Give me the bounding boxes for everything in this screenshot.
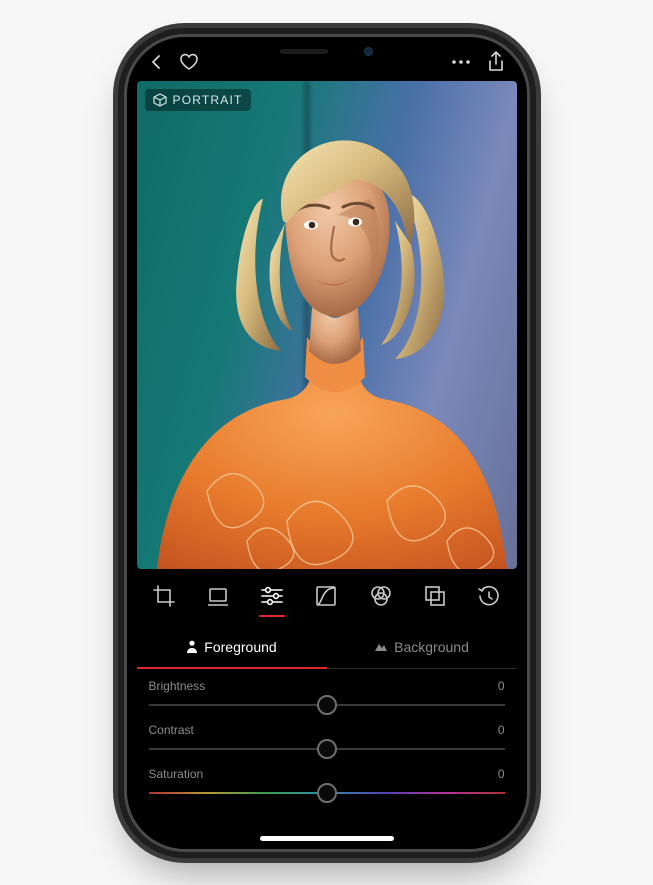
speaker-grille	[280, 49, 328, 54]
overlay-tool[interactable]	[422, 583, 448, 609]
background-tab-label: Background	[394, 639, 469, 655]
back-button[interactable]	[149, 54, 163, 70]
photo-preview[interactable]: PORTRAIT	[137, 81, 517, 569]
notch	[232, 37, 422, 67]
subject-illustration	[137, 81, 517, 569]
curves-tool[interactable]	[313, 583, 339, 609]
layer-tabs: Foreground Background	[137, 625, 517, 669]
contrast-label: Contrast	[149, 723, 194, 737]
contrast-slider[interactable]: Contrast 0	[149, 723, 505, 761]
adjust-tool[interactable]	[259, 583, 285, 609]
contrast-track[interactable]	[149, 737, 505, 761]
saturation-thumb[interactable]	[317, 783, 337, 803]
color-tool[interactable]	[368, 583, 394, 609]
saturation-slider[interactable]: Saturation 0	[149, 767, 505, 805]
front-camera	[364, 47, 373, 56]
saturation-value: 0	[498, 767, 505, 781]
saturation-label: Saturation	[149, 767, 204, 781]
phone-frame: PORTRAIT	[127, 37, 527, 849]
screen: PORTRAIT	[127, 37, 527, 849]
contrast-value: 0	[498, 723, 505, 737]
adjust-sliders: Brightness 0 Contrast 0 Saturation 0	[127, 669, 527, 805]
tool-row	[127, 575, 527, 617]
share-button[interactable]	[487, 51, 505, 73]
more-button[interactable]	[451, 59, 471, 65]
favorite-button[interactable]	[179, 53, 199, 71]
brightness-thumb[interactable]	[317, 695, 337, 715]
person-icon	[186, 640, 198, 653]
brightness-slider[interactable]: Brightness 0	[149, 679, 505, 717]
mountain-icon	[374, 641, 388, 652]
background-tab[interactable]: Background	[327, 625, 517, 669]
crop-tool[interactable]	[151, 583, 177, 609]
mode-badge-label: PORTRAIT	[173, 93, 243, 107]
cube-icon	[153, 93, 167, 107]
brightness-track[interactable]	[149, 693, 505, 717]
presets-tool[interactable]	[205, 583, 231, 609]
history-tool[interactable]	[476, 583, 502, 609]
saturation-track[interactable]	[149, 781, 505, 805]
brightness-value: 0	[498, 679, 505, 693]
mode-badge: PORTRAIT	[145, 89, 251, 111]
brightness-label: Brightness	[149, 679, 206, 693]
foreground-tab[interactable]: Foreground	[137, 625, 327, 669]
home-indicator[interactable]	[260, 836, 394, 841]
contrast-thumb[interactable]	[317, 739, 337, 759]
foreground-tab-label: Foreground	[204, 639, 276, 655]
